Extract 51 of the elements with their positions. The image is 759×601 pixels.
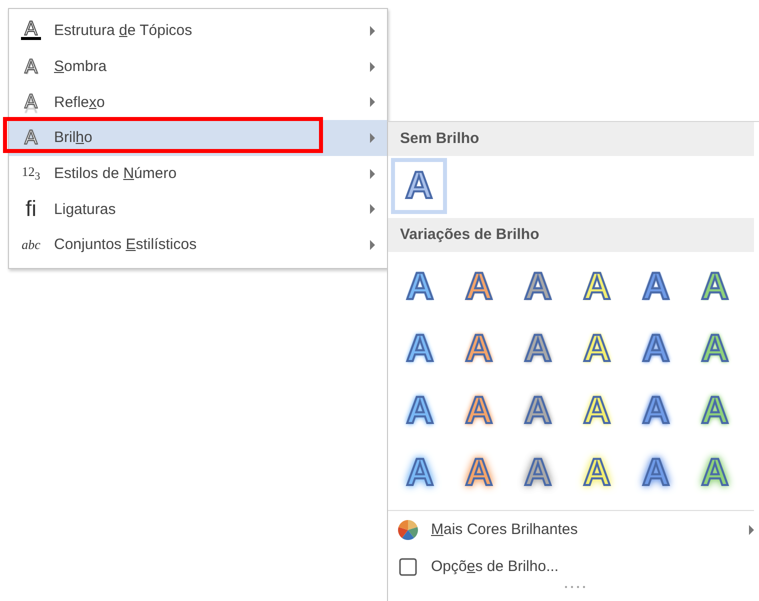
glow-swatch[interactable]: A — [451, 383, 507, 439]
submenu-arrow-icon — [749, 524, 754, 534]
glow-swatch[interactable]: A — [628, 321, 684, 377]
menu-item[interactable]: Opções de Brilho... — [388, 548, 759, 585]
glow-swatch[interactable]: A — [687, 321, 743, 377]
glow-swatch[interactable]: A — [569, 321, 625, 377]
glow-swatch[interactable]: A — [687, 445, 743, 501]
glow-swatch[interactable]: A — [451, 445, 507, 501]
glow-swatch[interactable]: A — [569, 445, 625, 501]
menu-item[interactable]: Mais Cores Brilhantes — [388, 511, 759, 548]
glow-swatch[interactable]: A — [451, 259, 507, 315]
glow-swatch[interactable]: A — [451, 321, 507, 377]
reflection-icon: A — [21, 91, 41, 114]
section-heading: Sem Brilho — [388, 122, 754, 156]
glow-swatch[interactable]: A — [687, 259, 743, 315]
glow-swatch[interactable]: A — [628, 445, 684, 501]
glow-swatch[interactable]: A — [510, 259, 566, 315]
glow-swatch[interactable]: A — [569, 383, 625, 439]
submenu-arrow-icon — [370, 97, 375, 108]
submenu-arrow-icon — [370, 204, 375, 214]
glow-swatch[interactable]: A — [510, 445, 566, 501]
submenu-arrow-icon — [370, 168, 375, 179]
submenu-arrow-icon — [370, 240, 375, 250]
menu-item[interactable]: A Reflexo — [9, 84, 387, 120]
glow-swatch[interactable]: A — [687, 383, 743, 439]
shadow-icon: A — [21, 56, 41, 78]
menu-item[interactable]: A Estrutura de Tópicos — [9, 13, 387, 49]
glow-icon: A — [21, 126, 41, 149]
menu-item[interactable]: 12$_{3}$ Estilos de Número — [9, 156, 387, 192]
glow-swatch[interactable]: A — [392, 445, 448, 501]
submenu-arrow-icon — [370, 62, 375, 72]
menu-item[interactable]: A Sombra — [9, 48, 387, 84]
glow-swatch[interactable]: A — [392, 321, 448, 377]
glow-swatch[interactable]: A — [510, 383, 566, 439]
number-style-icon: 12$_{3}$ — [21, 164, 41, 183]
glow-swatch[interactable]: A — [392, 383, 448, 439]
menu-item[interactable]: fi Ligaturas — [9, 191, 387, 228]
menu-item[interactable]: abc Conjuntos Estilísticos — [9, 227, 387, 263]
checkbox-icon — [397, 556, 419, 578]
glow-swatch[interactable]: A — [510, 321, 566, 377]
glow-swatch[interactable]: A — [628, 383, 684, 439]
section-heading: Variações de Brilho — [388, 218, 754, 252]
glow-swatch[interactable]: A — [392, 259, 448, 315]
color-wheel-icon — [397, 518, 419, 540]
ligature-icon: fi — [21, 196, 41, 222]
glow-swatch[interactable]: A — [628, 259, 684, 315]
stylistic-set-icon: abc — [21, 236, 41, 253]
submenu-arrow-icon — [370, 132, 375, 143]
glow-swatch[interactable]: A — [569, 259, 625, 315]
no-glow-swatch[interactable]: A — [391, 158, 447, 214]
submenu-arrow-icon — [370, 26, 375, 36]
